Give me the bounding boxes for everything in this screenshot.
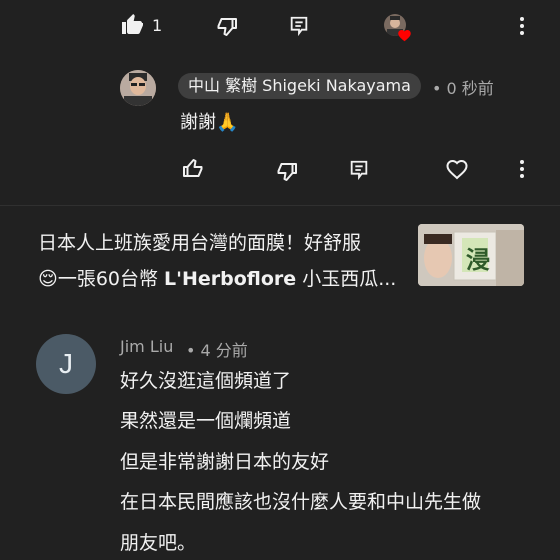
thumb-down-icon[interactable] xyxy=(276,160,300,184)
video-title-line1: 日本人上班族愛用台灣的面膜！好舒服 xyxy=(38,232,362,254)
like-count: 1 xyxy=(152,16,163,35)
thumb-up-filled-icon[interactable] xyxy=(120,13,144,37)
more-vert-icon[interactable] xyxy=(510,157,534,181)
comment-line: 在日本民間應該也沒什麼人要和中山先生做 xyxy=(120,491,482,513)
reply-text: 謝謝🙏 xyxy=(180,112,239,133)
reply-timestamp: • 0 秒前 xyxy=(432,79,494,98)
author-name-chip[interactable]: 中山 繁樹 Shigeki Nakayama xyxy=(178,73,421,99)
thumb-up-icon[interactable] xyxy=(180,156,204,180)
comment-line: 但是非常謝謝日本的友好 xyxy=(120,451,330,473)
comment-line: 果然還是一個爛頻道 xyxy=(120,410,292,432)
thumb-down-icon[interactable] xyxy=(216,15,240,39)
comment-timestamp: • 4 分前 xyxy=(186,341,248,360)
comment-author[interactable]: Jim Liu xyxy=(120,337,173,356)
heart-outline-icon[interactable] xyxy=(445,158,469,180)
reply-icon[interactable] xyxy=(288,15,310,37)
video-title-line2: 😌一張60台幣 L'Herboflore 小玉西瓜... xyxy=(38,268,397,290)
reply-icon[interactable] xyxy=(348,159,370,181)
heart-icon xyxy=(397,28,412,42)
avatar[interactable] xyxy=(120,70,156,106)
more-vert-icon[interactable] xyxy=(510,14,534,38)
comment-line: 好久沒逛這個頻道了 xyxy=(120,370,292,392)
video-thumbnail[interactable]: 浸 xyxy=(418,224,524,286)
emoji: 😌 xyxy=(38,268,58,290)
avatar[interactable]: J xyxy=(36,334,96,394)
comment-line: 朋友吧。 xyxy=(120,532,197,554)
thumbnail-text: 浸 xyxy=(466,246,490,274)
divider xyxy=(0,205,560,206)
